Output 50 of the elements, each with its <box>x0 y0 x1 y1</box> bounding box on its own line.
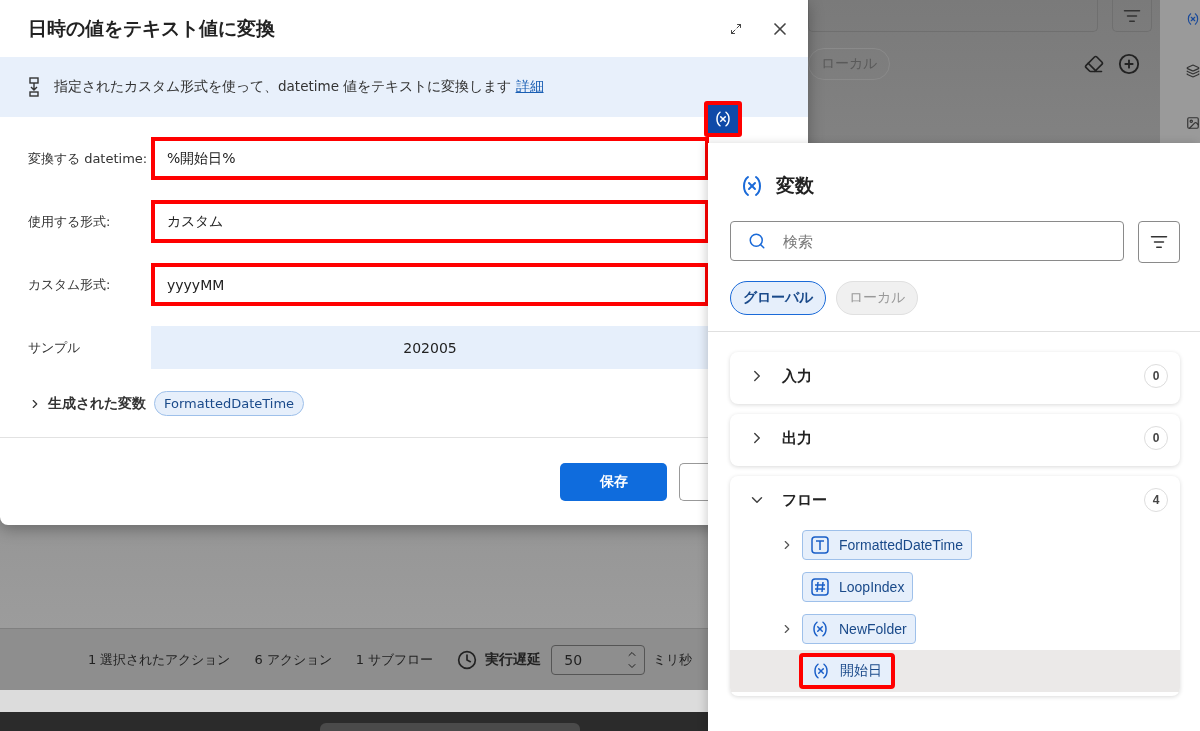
field-label: 使用する形式: <box>28 212 112 231</box>
filter-button[interactable] <box>1138 221 1180 263</box>
variable-tag[interactable]: NewFolder <box>802 614 916 644</box>
variable-row[interactable]: NewFolder <box>730 608 1180 650</box>
search-icon <box>748 232 766 250</box>
variable-pill: FormattedDateTime <box>154 391 305 416</box>
section-header[interactable]: 入力 0 <box>730 352 1180 400</box>
input-field[interactable]: %開始日% <box>151 137 709 180</box>
format-dropdown[interactable]: カスタム <box>151 200 709 243</box>
variable-icon[interactable] <box>714 110 732 128</box>
variable-icon <box>812 662 830 680</box>
scope-tab[interactable]: グローバル <box>730 281 826 315</box>
sample-output: 202005 <box>151 326 709 369</box>
add-icon[interactable] <box>1118 53 1140 75</box>
variable-tag[interactable]: 開始日 <box>799 653 895 689</box>
section-header[interactable]: フロー 4 <box>730 476 1180 524</box>
filter-icon[interactable] <box>1150 233 1168 251</box>
number-type-icon <box>811 578 829 596</box>
variable-icon <box>740 174 764 198</box>
info-text: 指定されたカスタム形式を使って、datetime 値をテキストに変換します 詳細 <box>54 78 544 96</box>
section-header[interactable]: 出力 0 <box>730 414 1180 462</box>
unit-text: ミリ秒 <box>653 650 693 669</box>
field-label: 変換する datetime: <box>28 149 149 168</box>
details-link[interactable]: 詳細 <box>515 78 544 94</box>
dialog-title: 日時の値をテキスト値に変換 <box>28 15 276 41</box>
variable-tag[interactable]: LoopIndex <box>802 572 914 602</box>
variables-button[interactable] <box>704 101 742 137</box>
eraser-icon[interactable] <box>1084 54 1104 74</box>
panel-title: 変数 <box>776 173 814 198</box>
cancel-button[interactable] <box>679 462 709 501</box>
field-label: サンプル <box>28 338 81 357</box>
input-field[interactable]: yyyyMM <box>151 263 709 306</box>
variable-icon <box>811 620 829 638</box>
status-text: 1 サブフロー <box>355 650 434 669</box>
text-type-icon <box>811 536 829 554</box>
delay-spinner[interactable]: 50 <box>551 644 646 675</box>
variable-tag[interactable]: FormattedDateTime <box>802 530 972 560</box>
action-icon <box>28 77 40 97</box>
variable-row[interactable]: 開始日 <box>730 650 1180 692</box>
clock-icon <box>457 649 478 670</box>
variable-row[interactable]: LoopIndex <box>730 566 1180 608</box>
save-button[interactable]: 保存 <box>560 462 667 501</box>
status-text: 6 アクション <box>254 650 332 669</box>
generated-variables-toggle[interactable]: 生成された変数 <box>28 394 146 413</box>
search-field[interactable]: 検索 <box>730 221 1124 261</box>
variable-row[interactable]: FormattedDateTime <box>730 524 1180 566</box>
delay-label: 実行遅延 <box>485 650 542 669</box>
search-field[interactable] <box>808 0 1098 32</box>
field-label: カスタム形式: <box>28 275 112 294</box>
status-text: 1 選択されたアクション <box>88 650 231 669</box>
